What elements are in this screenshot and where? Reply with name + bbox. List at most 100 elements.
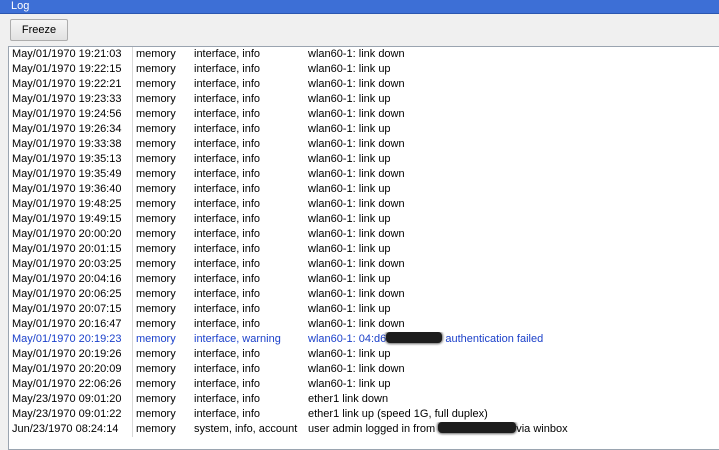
log-topics: interface, info [194, 348, 261, 360]
log-message: wlan60-1: link down [308, 48, 405, 60]
log-message-prefix: wlan60-1: 04:d6 [308, 333, 387, 345]
log-topics: interface, info [194, 123, 261, 135]
log-row[interactable]: May/23/1970 09:01:20 memory interface, i… [9, 392, 719, 407]
log-message: wlan60-1: link down [308, 198, 405, 210]
log-row[interactable]: May/01/1970 20:01:15 memory interface, i… [9, 242, 719, 257]
log-row[interactable]: May/01/1970 19:36:40 memory interface, i… [9, 182, 719, 197]
log-topics: interface, info [194, 363, 261, 375]
log-message-suffix: via winbox [516, 423, 568, 435]
log-buffer: memory [136, 78, 176, 90]
log-message: wlan60-1: link up [308, 123, 391, 135]
log-list[interactable]: May/01/1970 19:21:03 memory interface, i… [8, 46, 719, 450]
log-row[interactable]: May/01/1970 19:49:15 memory interface, i… [9, 212, 719, 227]
log-buffer: memory [136, 303, 176, 315]
log-buffer: memory [136, 138, 176, 150]
log-topics: interface, info [194, 93, 261, 105]
log-message: wlan60-1: link up [308, 63, 391, 75]
log-topics: interface, info [194, 198, 261, 210]
log-row[interactable]: May/01/1970 20:00:20 memory interface, i… [9, 227, 719, 242]
log-time: May/01/1970 19:49:15 [9, 212, 133, 227]
log-row[interactable]: May/01/1970 19:22:15 memory interface, i… [9, 62, 719, 77]
log-row[interactable]: May/01/1970 22:06:26 memory interface, i… [9, 377, 719, 392]
log-topics: interface, info [194, 63, 261, 75]
log-time: May/01/1970 19:21:03 [9, 47, 133, 62]
log-buffer: memory [136, 318, 176, 330]
log-topics: interface, info [194, 393, 261, 405]
log-row[interactable]: May/01/1970 20:06:25 memory interface, i… [9, 287, 719, 302]
log-time: May/01/1970 20:01:15 [9, 242, 133, 257]
log-row-warning[interactable]: May/01/1970 20:19:23 memory interface, w… [9, 332, 719, 347]
log-buffer: memory [136, 288, 176, 300]
log-row[interactable]: May/01/1970 19:48:25 memory interface, i… [9, 197, 719, 212]
log-buffer: memory [136, 333, 176, 345]
log-message: wlan60-1: link down [308, 228, 405, 240]
log-message: wlan60-1: link up [308, 183, 391, 195]
log-time: May/01/1970 19:24:56 [9, 107, 133, 122]
log-topics: interface, info [194, 318, 261, 330]
log-topics: interface, info [194, 183, 261, 195]
log-topics: interface, info [194, 288, 261, 300]
log-buffer: memory [136, 108, 176, 120]
log-time: May/01/1970 19:48:25 [9, 197, 133, 212]
log-row[interactable]: May/01/1970 19:23:33 memory interface, i… [9, 92, 719, 107]
redacted-ip-address [438, 422, 517, 433]
log-row[interactable]: May/01/1970 20:07:15 memory interface, i… [9, 302, 719, 317]
log-time: May/01/1970 20:19:23 [9, 332, 133, 347]
log-buffer: memory [136, 168, 176, 180]
log-buffer: memory [136, 228, 176, 240]
log-message: wlan60-1: 04:d6 authentication failed [305, 332, 719, 347]
log-message: wlan60-1: link down [308, 258, 405, 270]
log-time: May/01/1970 19:36:40 [9, 182, 133, 197]
log-row[interactable]: Jun/23/1970 08:24:14 memory system, info… [9, 422, 719, 437]
freeze-button[interactable]: Freeze [10, 19, 68, 41]
log-row[interactable]: May/01/1970 19:26:34 memory interface, i… [9, 122, 719, 137]
log-row[interactable]: May/01/1970 19:33:38 memory interface, i… [9, 137, 719, 152]
log-buffer: memory [136, 348, 176, 360]
log-topics: interface, info [194, 408, 261, 420]
log-time: May/01/1970 20:04:16 [9, 272, 133, 287]
log-row[interactable]: May/01/1970 20:03:25 memory interface, i… [9, 257, 719, 272]
log-time: May/01/1970 20:07:15 [9, 302, 133, 317]
log-message: wlan60-1: link down [308, 168, 405, 180]
log-row[interactable]: May/01/1970 20:16:47 memory interface, i… [9, 317, 719, 332]
log-row[interactable]: May/01/1970 20:19:26 memory interface, i… [9, 347, 719, 362]
log-buffer: memory [136, 243, 176, 255]
log-time: May/01/1970 19:26:34 [9, 122, 133, 137]
log-row[interactable]: May/01/1970 20:04:16 memory interface, i… [9, 272, 719, 287]
log-buffer: memory [136, 378, 176, 390]
toolbar: Freeze [0, 14, 719, 46]
log-message: wlan60-1: link up [308, 303, 391, 315]
title-bar[interactable]: Log [0, 0, 719, 14]
log-row[interactable]: May/01/1970 19:24:56 memory interface, i… [9, 107, 719, 122]
log-time: May/01/1970 19:33:38 [9, 137, 133, 152]
log-message: user admin logged in from via winbox [305, 422, 719, 437]
log-row[interactable]: May/23/1970 09:01:22 memory interface, i… [9, 407, 719, 422]
log-message-suffix: authentication failed [442, 333, 544, 345]
log-time: May/01/1970 19:35:49 [9, 167, 133, 182]
log-row[interactable]: May/01/1970 19:35:13 memory interface, i… [9, 152, 719, 167]
log-buffer: memory [136, 183, 176, 195]
log-row[interactable]: May/01/1970 19:22:21 memory interface, i… [9, 77, 719, 92]
log-row[interactable]: May/01/1970 20:20:09 memory interface, i… [9, 362, 719, 377]
log-buffer: memory [136, 393, 176, 405]
log-message-prefix: user admin logged in from [308, 423, 439, 435]
log-message: wlan60-1: link up [308, 213, 391, 225]
log-time: May/01/1970 20:20:09 [9, 362, 133, 377]
log-buffer: memory [136, 273, 176, 285]
log-time: Jun/23/1970 08:24:14 [9, 422, 133, 437]
log-buffer: memory [136, 123, 176, 135]
log-topics: interface, info [194, 78, 261, 90]
log-message: ether1 link down [308, 393, 389, 405]
window-title: Log [11, 0, 30, 12]
log-message: wlan60-1: link down [308, 138, 405, 150]
log-message: wlan60-1: link up [308, 348, 391, 360]
log-time: May/01/1970 20:06:25 [9, 287, 133, 302]
log-message: wlan60-1: link up [308, 243, 391, 255]
redacted-mac-address [386, 332, 443, 343]
log-time: May/01/1970 19:23:33 [9, 92, 133, 107]
log-row[interactable]: May/01/1970 19:21:03 memory interface, i… [9, 47, 719, 62]
log-window: Log Freeze May/01/1970 19:21:03 memory i… [0, 0, 719, 450]
log-time: May/23/1970 09:01:22 [9, 407, 133, 422]
log-topics: interface, info [194, 153, 261, 165]
log-row[interactable]: May/01/1970 19:35:49 memory interface, i… [9, 167, 719, 182]
